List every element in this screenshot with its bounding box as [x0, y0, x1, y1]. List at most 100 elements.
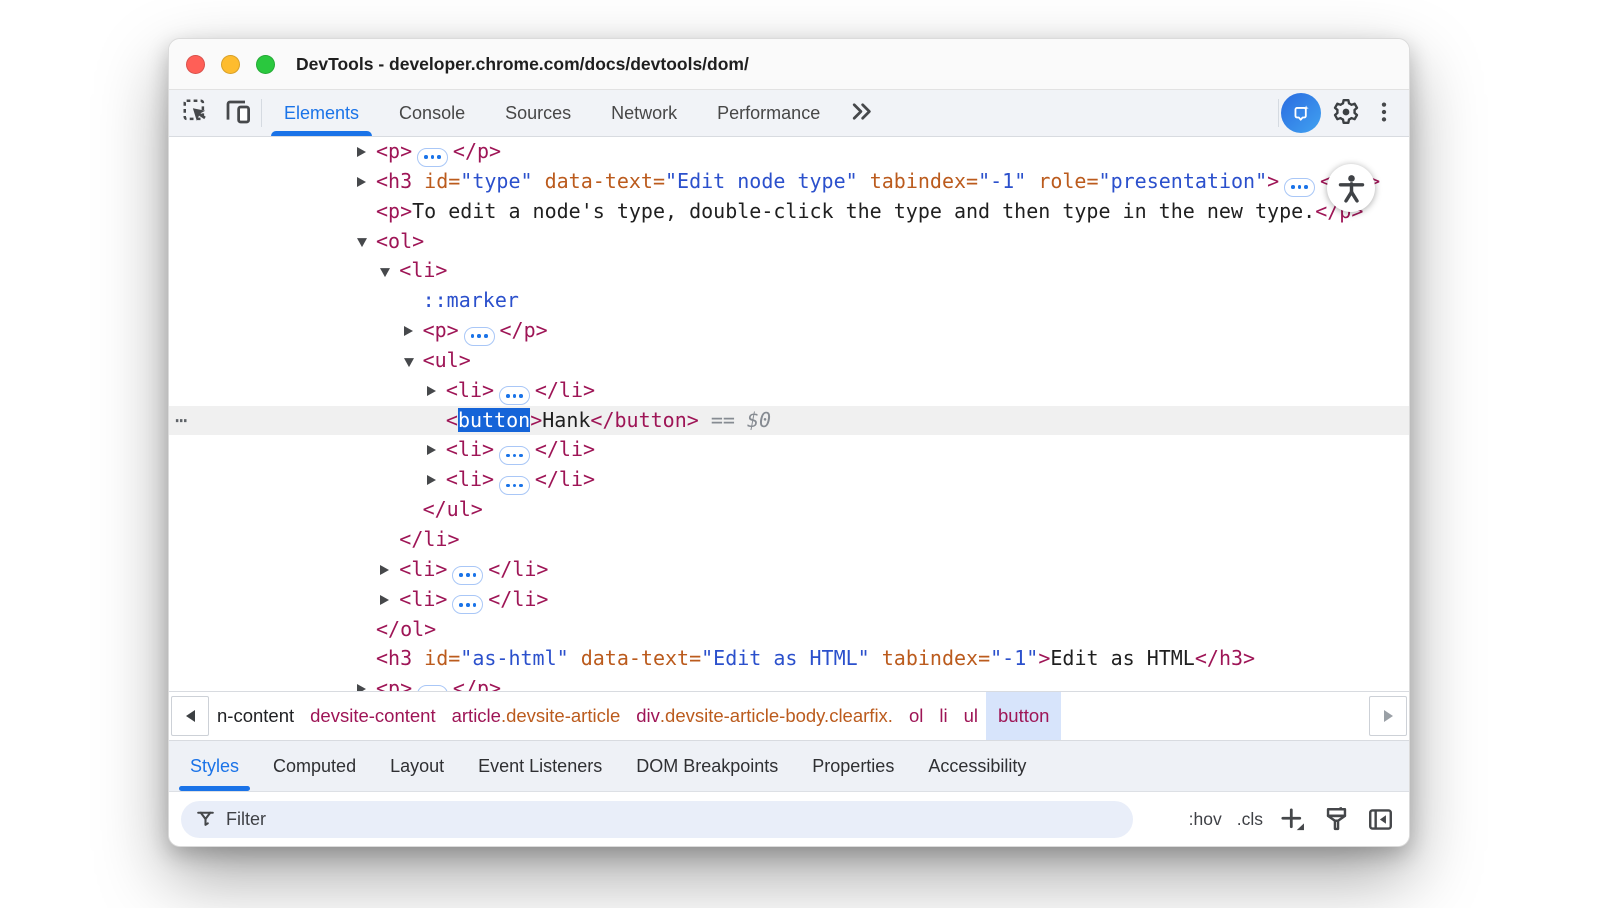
- breadcrumb-scroll-left-button[interactable]: [171, 696, 209, 736]
- dom-tree-row[interactable]: <p>To edit a node's type, double-click t…: [169, 197, 1409, 227]
- dom-tree-row[interactable]: </li>: [169, 525, 1409, 555]
- expand-arrow-icon[interactable]: [357, 147, 366, 157]
- ellipsis-expand-icon[interactable]: [464, 327, 495, 346]
- styles-pane-controls: :hov .cls: [1189, 801, 1395, 838]
- close-button[interactable]: [186, 55, 205, 74]
- ai-assistance-button[interactable]: [1281, 93, 1321, 133]
- ellipsis-expand-icon[interactable]: [499, 386, 530, 405]
- accessibility-person-icon: [1327, 164, 1375, 212]
- ellipsis-expand-icon[interactable]: [452, 595, 483, 614]
- dom-tree-row[interactable]: <ol>: [169, 227, 1409, 257]
- ellipsis-expand-icon[interactable]: [499, 446, 530, 465]
- breadcrumb: n-contentdevsite-contentarticle.devsite-…: [209, 692, 1369, 740]
- row-overflow-dots-icon: ⋯: [175, 406, 188, 436]
- breadcrumb-item[interactable]: n-content: [209, 692, 302, 740]
- device-toolbar-button[interactable]: [217, 93, 259, 133]
- gear-icon: [1331, 97, 1361, 130]
- tab-performance[interactable]: Performance: [697, 90, 840, 136]
- dom-tree-row[interactable]: <p></p>: [169, 674, 1409, 691]
- expand-arrow-icon[interactable]: [427, 386, 436, 396]
- panel-left-arrow-icon: [1366, 805, 1395, 834]
- collapse-arrow-icon[interactable]: [404, 358, 414, 367]
- collapse-arrow-icon[interactable]: [357, 239, 367, 248]
- dom-tree-row[interactable]: ⋯<button>Hank</button> == $0: [169, 406, 1409, 436]
- panel-tabs: ElementsConsoleSourcesNetworkPerformance: [264, 90, 840, 136]
- tab-event-listeners[interactable]: Event Listeners: [461, 741, 619, 791]
- minimize-button[interactable]: [221, 55, 240, 74]
- toggle-element-state-button[interactable]: :hov: [1189, 809, 1222, 830]
- inspect-element-button[interactable]: [175, 93, 217, 133]
- filter-input-wrap: [181, 801, 1133, 838]
- tab-dom-breakpoints[interactable]: DOM Breakpoints: [619, 741, 795, 791]
- zoom-button[interactable]: [256, 55, 275, 74]
- dom-tree-row[interactable]: <h3 id="type" data-text="Edit node type"…: [169, 167, 1409, 197]
- dom-tree-row[interactable]: <li></li>: [169, 465, 1409, 495]
- new-style-rule-button[interactable]: [1278, 805, 1307, 834]
- breadcrumb-item[interactable]: ol: [901, 692, 931, 740]
- styles-filter-row: :hov .cls: [169, 792, 1409, 847]
- format-styles-button[interactable]: [1322, 805, 1351, 834]
- tab-layout[interactable]: Layout: [373, 741, 461, 791]
- dom-tree-row[interactable]: <h3 id="as-html" data-text="Edit as HTML…: [169, 644, 1409, 674]
- sidebar-tabs: StylesComputedLayoutEvent ListenersDOM B…: [169, 740, 1409, 792]
- dom-tree-row[interactable]: <p></p>: [169, 137, 1409, 167]
- element-classes-button[interactable]: .cls: [1237, 809, 1263, 830]
- toolbar-separator-right: [1278, 99, 1279, 127]
- styles-filter-input[interactable]: [224, 808, 928, 831]
- window-title: DevTools - developer.chrome.com/docs/dev…: [296, 54, 749, 75]
- breadcrumb-bar: n-contentdevsite-contentarticle.devsite-…: [169, 691, 1409, 740]
- tab-network[interactable]: Network: [591, 90, 697, 136]
- breadcrumb-scroll-right-button[interactable]: [1369, 696, 1407, 736]
- kebab-menu-icon: [1371, 99, 1397, 128]
- tab-styles[interactable]: Styles: [173, 741, 256, 791]
- tab-accessibility[interactable]: Accessibility: [911, 741, 1043, 791]
- tab-properties[interactable]: Properties: [795, 741, 911, 791]
- dom-tree-row[interactable]: <li></li>: [169, 555, 1409, 585]
- toolbar-separator: [261, 99, 262, 127]
- breadcrumb-item[interactable]: li: [931, 692, 955, 740]
- breadcrumb-item[interactable]: div.devsite-article-body.clearfix.: [628, 692, 901, 740]
- tab-elements[interactable]: Elements: [264, 90, 379, 136]
- ellipsis-expand-icon[interactable]: [1284, 178, 1315, 197]
- expand-arrow-icon[interactable]: [427, 445, 436, 455]
- settings-button[interactable]: [1331, 93, 1361, 133]
- dom-tree-row[interactable]: <li></li>: [169, 376, 1409, 406]
- ai-sparkle-chat-icon: [1281, 93, 1321, 133]
- device-toolbar-icon: [223, 97, 253, 130]
- dom-tree-row[interactable]: ::marker: [169, 286, 1409, 316]
- dom-tree-row[interactable]: <ul>: [169, 346, 1409, 376]
- dom-tree-row[interactable]: <li></li>: [169, 585, 1409, 615]
- breadcrumb-item[interactable]: ul: [956, 692, 986, 740]
- dom-tree-row[interactable]: <li></li>: [169, 435, 1409, 465]
- ellipsis-expand-icon[interactable]: [417, 148, 448, 167]
- dom-tree: <p></p><h3 id="type" data-text="Edit nod…: [169, 137, 1409, 691]
- dom-tree-row[interactable]: </ul>: [169, 495, 1409, 525]
- expand-arrow-icon[interactable]: [380, 565, 389, 575]
- breadcrumb-item[interactable]: article.devsite-article: [444, 692, 629, 740]
- paintbrush-icon: [1322, 805, 1351, 834]
- ellipsis-expand-icon[interactable]: [452, 566, 483, 585]
- breadcrumb-item[interactable]: devsite-content: [302, 692, 443, 740]
- expand-arrow-icon[interactable]: [404, 326, 413, 336]
- left-triangle-icon: [186, 710, 195, 722]
- collapse-arrow-icon[interactable]: [380, 268, 390, 277]
- expand-arrow-icon[interactable]: [427, 475, 436, 485]
- titlebar: DevTools - developer.chrome.com/docs/dev…: [169, 39, 1409, 90]
- menu-button[interactable]: [1371, 93, 1397, 133]
- tab-computed[interactable]: Computed: [256, 741, 373, 791]
- tab-sources[interactable]: Sources: [485, 90, 591, 136]
- tab-console[interactable]: Console: [379, 90, 485, 136]
- breadcrumb-item[interactable]: button: [986, 692, 1061, 740]
- right-triangle-icon: [1384, 710, 1393, 722]
- dom-tree-row[interactable]: </ol>: [169, 615, 1409, 645]
- toggle-sidebar-button[interactable]: [1366, 805, 1395, 834]
- expand-arrow-icon[interactable]: [357, 684, 366, 691]
- filter-funnel-icon: [193, 807, 218, 832]
- expand-arrow-icon[interactable]: [380, 595, 389, 605]
- more-tabs-button[interactable]: [840, 93, 882, 133]
- dom-tree-row[interactable]: <p></p>: [169, 316, 1409, 346]
- expand-arrow-icon[interactable]: [357, 177, 366, 187]
- inspect-cursor-icon: [181, 97, 211, 130]
- ellipsis-expand-icon[interactable]: [499, 476, 530, 495]
- dom-tree-row[interactable]: <li>: [169, 256, 1409, 286]
